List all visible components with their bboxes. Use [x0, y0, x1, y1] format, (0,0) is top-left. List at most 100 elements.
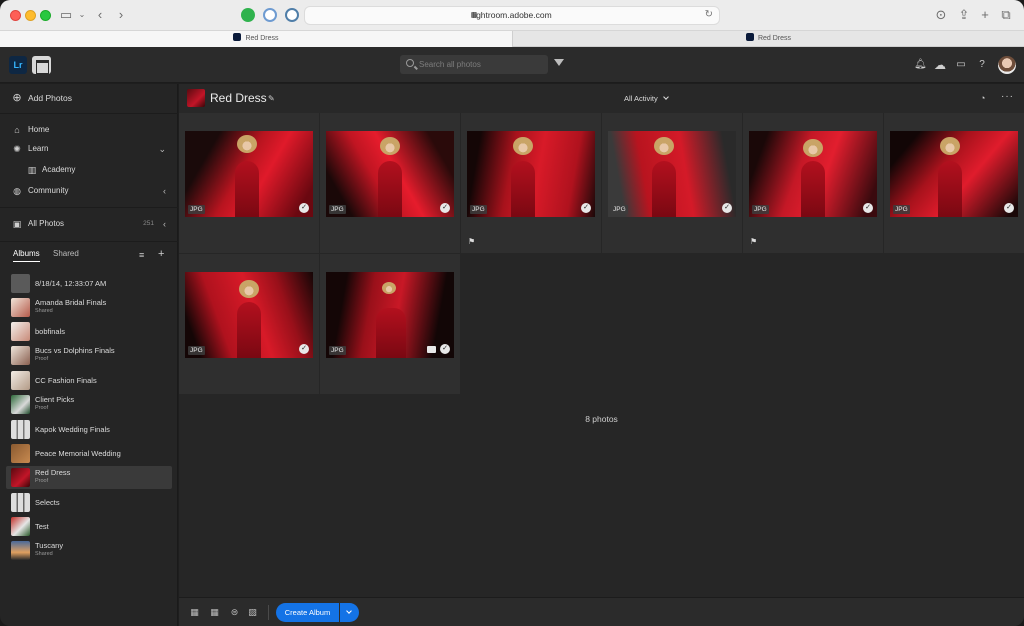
sort-view-icon[interactable]: ⊜ — [229, 608, 240, 617]
checkmark-icon[interactable]: ✓ — [440, 203, 450, 213]
photo-thumbnail[interactable]: JPG ✓ — [185, 272, 313, 358]
sort-icon[interactable]: ≡ — [139, 250, 144, 260]
album-name: Client Picks — [35, 395, 75, 404]
sidebar-item-academy[interactable]: ▥ Academy — [0, 160, 178, 180]
file-type-badge: JPG — [893, 205, 910, 214]
back-icon[interactable]: ‹ — [92, 7, 108, 23]
checkmark-icon[interactable]: ✓ — [440, 344, 450, 354]
checkmark-icon[interactable]: ✓ — [722, 203, 732, 213]
share-icon[interactable]: ⇪ — [956, 7, 972, 23]
share-people-icon[interactable]: ◔ — [980, 93, 985, 103]
photo-cell[interactable]: JPG ✓ — [179, 113, 319, 253]
browser-toolbar: ▭ ⌄ ‹ › lightroom.adobe.com ↻ ⊙ ⇪ + ⧉ — [0, 0, 1024, 31]
file-type-badge: JPG — [188, 346, 205, 355]
checkmark-icon[interactable]: ✓ — [1004, 203, 1014, 213]
checkmark-icon[interactable]: ✓ — [581, 203, 591, 213]
avatar[interactable] — [998, 56, 1016, 74]
filter-icon[interactable] — [554, 59, 564, 66]
sidebar-item-community[interactable]: ◍ Community ‹ — [0, 181, 178, 201]
sidebar-item-all-photos[interactable]: ▣ All Photos 251 ‹ — [0, 214, 178, 234]
album-thumbnail — [11, 371, 30, 390]
help-icon[interactable]: ? — [976, 59, 988, 71]
file-type-badge: JPG — [470, 205, 487, 214]
sidebar-toggle-icon[interactable]: ▭ — [58, 7, 74, 23]
minimize-window-button[interactable] — [25, 10, 36, 21]
new-tab-icon[interactable]: + — [977, 7, 993, 23]
close-window-button[interactable] — [10, 10, 21, 21]
sidebar-item-home[interactable]: ⌂ Home — [0, 120, 178, 140]
file-type-badge: JPG — [752, 205, 769, 214]
create-album-dropdown-button[interactable] — [340, 603, 359, 622]
cloud-icon[interactable]: ☁ — [934, 59, 946, 71]
photo-grid-view-icon[interactable]: ▦ — [209, 608, 220, 617]
album-item[interactable]: Kapok Wedding Finals — [6, 418, 172, 441]
activity-filter-dropdown[interactable]: All Activity — [624, 94, 669, 103]
zoom-window-button[interactable] — [40, 10, 51, 21]
search-input[interactable]: Search all photos — [400, 55, 548, 74]
album-item[interactable]: CC Fashion Finals — [6, 369, 172, 392]
photo-cell[interactable]: JPG ✓ — [320, 254, 460, 394]
pencil-icon[interactable]: ✎ — [268, 94, 275, 103]
grammarly-extension-icon[interactable] — [241, 8, 255, 22]
album-item[interactable]: Tuscany Shared — [6, 539, 172, 562]
photo-cell[interactable]: JPG ✓ ⚑ — [743, 113, 883, 253]
reload-icon[interactable]: ↻ — [705, 9, 713, 20]
photo-thumbnail[interactable]: JPG ✓ — [467, 131, 595, 217]
album-item[interactable]: Amanda Bridal Finals Shared — [6, 296, 172, 319]
tab-label: Red Dress — [757, 35, 792, 42]
photo-cell[interactable]: JPG ✓ ⚑ — [461, 113, 601, 253]
comment-icon[interactable] — [427, 346, 436, 353]
flag-icon[interactable]: ⚑ — [750, 237, 757, 246]
download-icon[interactable]: ⊙ — [933, 7, 949, 23]
photo-thumbnail[interactable]: JPG ✓ — [326, 131, 454, 217]
album-item[interactable]: Peace Memorial Wedding — [6, 442, 172, 465]
url-text: lightroom.adobe.com — [472, 10, 552, 20]
chevron-down-icon[interactable]: ⌄ — [74, 7, 90, 23]
photo-thumbnail[interactable]: JPG ✓ — [749, 131, 877, 217]
album-item[interactable]: Client Picks Proof — [6, 393, 172, 416]
add-photos-button[interactable]: ⊕ Add Photos — [0, 88, 178, 108]
album-item-selected[interactable]: Red Dress Proof — [6, 466, 172, 489]
tab-overview-icon[interactable]: ⧉ — [998, 7, 1014, 23]
detail-view-icon[interactable]: ▨ — [247, 608, 258, 617]
flag-icon[interactable]: ⚑ — [468, 237, 475, 246]
lightroom-logo[interactable]: Lr — [9, 56, 27, 74]
privacy-extension-icon[interactable] — [285, 8, 299, 22]
tab-red-dress-active[interactable]: Red Dress — [0, 31, 512, 47]
sidebar-item-learn[interactable]: ✺ Learn ⌄ — [0, 139, 178, 159]
square-grid-view-icon[interactable]: ▦ — [189, 608, 200, 617]
add-album-icon[interactable]: + — [158, 248, 164, 260]
bell-icon[interactable]: 🔔︎ — [914, 59, 927, 71]
album-item[interactable]: 8/18/14, 12:33:07 AM — [6, 272, 172, 295]
tab-shared[interactable]: Shared — [53, 249, 79, 258]
album-name: Selects — [35, 498, 60, 507]
chevron-down-icon[interactable]: ⌄ — [158, 139, 166, 159]
checkmark-icon[interactable]: ✓ — [299, 344, 309, 354]
photo-cell[interactable]: JPG ✓ — [320, 113, 460, 253]
create-album-button[interactable]: Create Album — [276, 603, 339, 622]
panel-toggle-icon[interactable] — [32, 56, 51, 74]
chevron-left-icon[interactable]: ‹ — [163, 181, 166, 201]
photo-cell[interactable]: JPG ✓ — [179, 254, 319, 394]
photo-thumbnail[interactable]: JPG ✓ — [326, 272, 454, 358]
photo-thumbnail[interactable]: JPG ✓ — [890, 131, 1018, 217]
album-item[interactable]: bobfinals — [6, 320, 172, 343]
photo-thumbnail[interactable]: JPG ✓ — [185, 131, 313, 217]
forward-icon[interactable]: › — [113, 7, 129, 23]
checkmark-icon[interactable]: ✓ — [863, 203, 873, 213]
album-item[interactable]: Test — [6, 515, 172, 538]
album-item[interactable]: Bucs vs Dolphins Finals Proof — [6, 344, 172, 367]
chevron-left-icon[interactable]: ‹ — [163, 214, 166, 234]
address-bar[interactable]: lightroom.adobe.com ↻ — [304, 6, 720, 25]
more-options-icon[interactable]: ··· — [1001, 91, 1014, 102]
shield-extension-icon[interactable] — [263, 8, 277, 22]
tab-albums[interactable]: Albums — [13, 249, 40, 262]
sidebar-item-label: Community — [28, 186, 69, 195]
tab-red-dress[interactable]: Red Dress — [512, 31, 1024, 47]
photo-thumbnail[interactable]: JPG ✓ — [608, 131, 736, 217]
device-icon[interactable]: ▭ — [955, 59, 967, 71]
photo-cell[interactable]: JPG ✓ — [884, 113, 1024, 253]
photo-cell[interactable]: JPG ✓ — [602, 113, 742, 253]
album-item[interactable]: Selects — [6, 491, 172, 514]
checkmark-icon[interactable]: ✓ — [299, 203, 309, 213]
